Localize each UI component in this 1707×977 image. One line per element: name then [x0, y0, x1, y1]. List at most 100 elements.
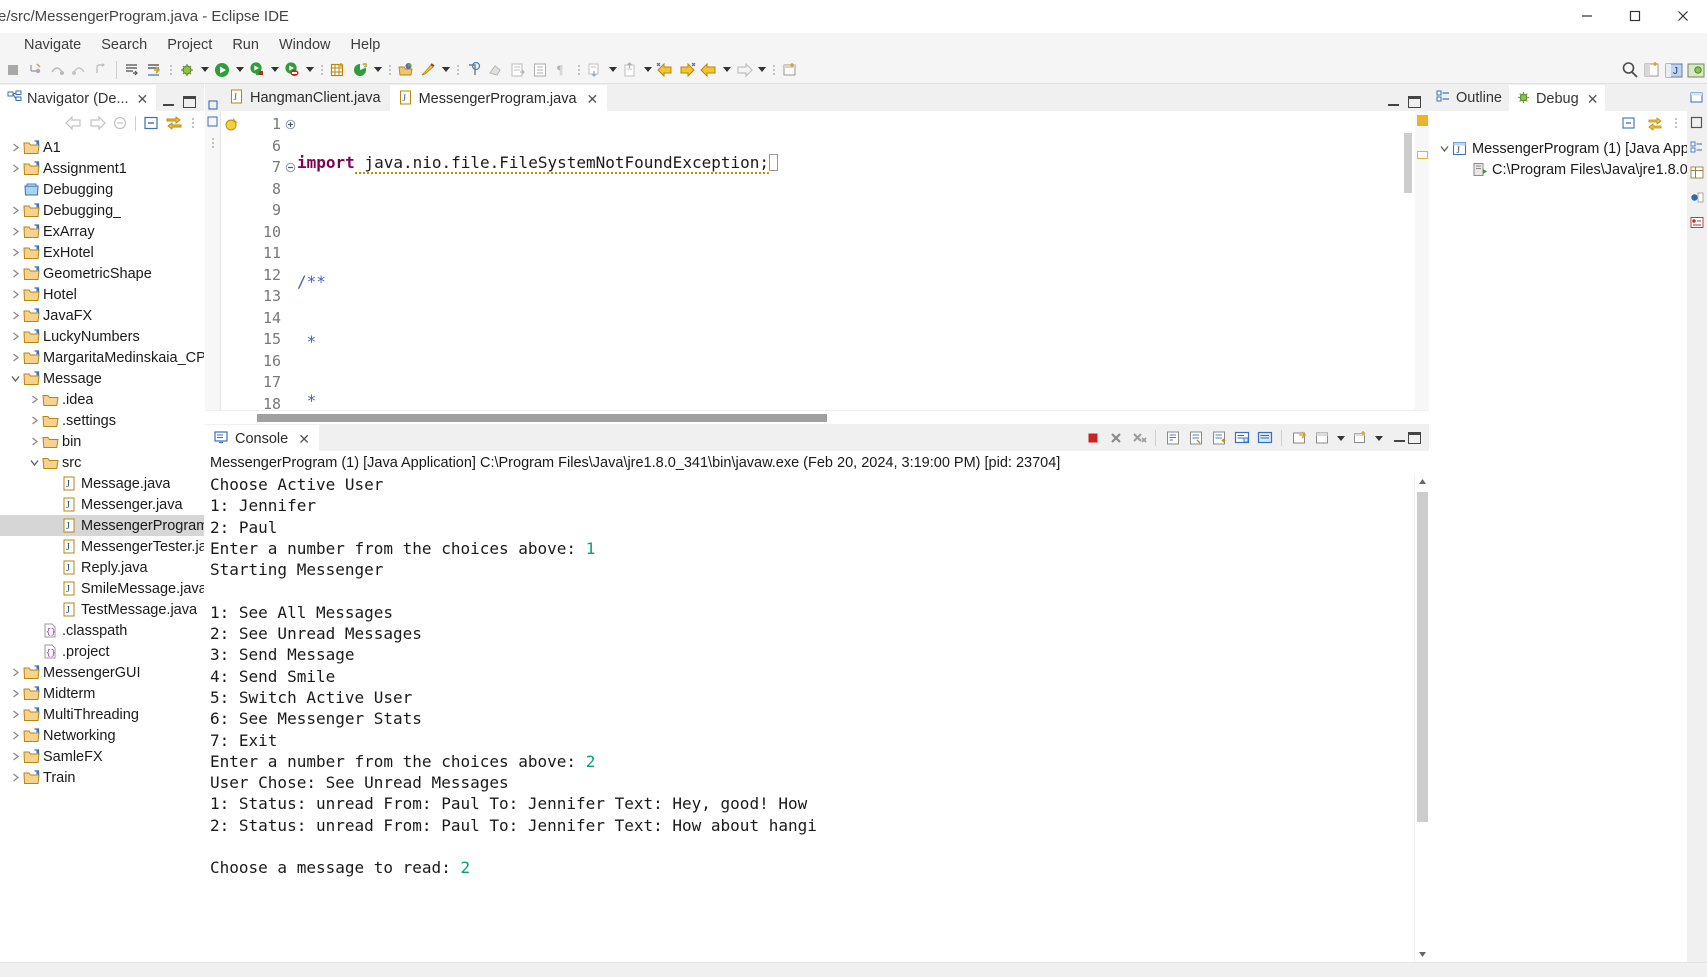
navigator-tree-item[interactable]: GeometricShape: [0, 263, 204, 284]
minimize-console-icon[interactable]: [1393, 432, 1406, 444]
menu-run[interactable]: Run: [222, 35, 269, 55]
block-selection-icon[interactable]: [529, 59, 551, 81]
close-button[interactable]: [1659, 0, 1707, 33]
toolbar-handle-5[interactable]: [576, 61, 581, 79]
navigator-tree-item[interactable]: J Reply.java: [0, 557, 204, 578]
forward-nav-icon[interactable]: [87, 113, 107, 133]
debug-tab-close-icon[interactable]: ✕: [1587, 91, 1599, 108]
minimize-view-icon[interactable]: [162, 96, 175, 108]
run-as-icon[interactable]: [246, 59, 268, 81]
editor-horizontal-scrollbar[interactable]: [205, 410, 1429, 424]
remove-launch-icon[interactable]: [1105, 428, 1126, 449]
chevron-down-icon[interactable]: [27, 457, 41, 468]
step-into-icon[interactable]: [24, 59, 46, 81]
run-history-icon[interactable]: [281, 59, 303, 81]
breakpoints-strip-icon[interactable]: [1688, 188, 1706, 206]
back-icon[interactable]: [698, 59, 720, 81]
next-annotation-icon[interactable]: [507, 59, 529, 81]
navigator-tree-item[interactable]: ExHotel: [0, 242, 204, 263]
terminate-icon[interactable]: [2, 59, 24, 81]
navigator-tree-item[interactable]: Debugging: [0, 179, 204, 200]
back-dropdown-icon[interactable]: [720, 59, 733, 81]
debug-perspective-icon[interactable]: [1685, 59, 1707, 81]
editor-code-area[interactable]: import java.nio.file.FileSystemNotFoundE…: [297, 111, 1401, 410]
chevron-right-icon[interactable]: [8, 772, 22, 783]
up-nav-icon[interactable]: [110, 113, 130, 133]
navigator-tree-item[interactable]: A1: [0, 137, 204, 158]
open-perspective-icon[interactable]: [1641, 59, 1663, 81]
maximize-view-icon[interactable]: [183, 96, 196, 108]
search-icon[interactable]: [1619, 59, 1641, 81]
remove-all-launches-icon[interactable]: [1128, 428, 1149, 449]
navigator-tree-item[interactable]: MultiThreading: [0, 704, 204, 725]
run-icon[interactable]: [211, 59, 233, 81]
chevron-down-icon[interactable]: [8, 373, 22, 384]
last-edit-location-icon[interactable]: [619, 59, 641, 81]
navigator-tree-item[interactable]: Networking: [0, 725, 204, 746]
navigator-tree-item[interactable]: Assignment1: [0, 158, 204, 179]
navigator-tree-item[interactable]: SamleFX: [0, 746, 204, 767]
overview-marker-info[interactable]: [1417, 151, 1428, 159]
minimize-button[interactable]: [1563, 0, 1611, 33]
editor-folding-ruler[interactable]: [283, 111, 297, 410]
navigator-tree-item[interactable]: {} .project: [0, 641, 204, 662]
outline-strip-icon[interactable]: [1688, 138, 1706, 156]
chevron-right-icon[interactable]: [8, 205, 22, 216]
chevron-right-icon[interactable]: [8, 163, 22, 174]
minimize-editor-icon[interactable]: [1387, 96, 1400, 108]
previous-edit-dropdown-icon[interactable]: [606, 59, 619, 81]
navigator-tree-item[interactable]: Hotel: [0, 284, 204, 305]
show-console-icon[interactable]: [1231, 428, 1252, 449]
new-class-icon[interactable]: [349, 59, 371, 81]
previous-edit-icon[interactable]: [584, 59, 606, 81]
maximize-strip-icon[interactable]: [1688, 113, 1706, 131]
editor-restore-icon[interactable]: [205, 99, 221, 111]
navigator-tree-item[interactable]: J Message.java: [0, 473, 204, 494]
variables-strip-icon[interactable]: [1688, 163, 1706, 181]
console-vertical-scrollbar[interactable]: [1414, 474, 1429, 962]
toolbar-handle[interactable]: [168, 61, 173, 79]
editor-tab-close-icon[interactable]: ✕: [587, 91, 599, 108]
tab-navigator[interactable]: Navigator (De... ✕: [0, 85, 157, 111]
editor-hscroll-thumb[interactable]: [257, 414, 827, 422]
debug-tree[interactable]: J MessengerProgram (1) [Java Appl C:\Progr…: [1429, 135, 1687, 962]
fold-collapse-icon[interactable]: [283, 157, 297, 179]
new-class-dropdown-icon[interactable]: [371, 59, 384, 81]
chevron-right-icon[interactable]: [8, 226, 22, 237]
navigator-tree-item[interactable]: JavaFX: [0, 305, 204, 326]
chevron-right-icon[interactable]: [27, 415, 41, 426]
maximize-button[interactable]: [1611, 0, 1659, 33]
tab-outline[interactable]: Outline: [1429, 85, 1509, 111]
menu-window[interactable]: Window: [269, 35, 341, 55]
java-perspective-icon[interactable]: J: [1663, 59, 1685, 81]
debug-tree-item[interactable]: C:\Program Files\Java\jre1.8.0_: [1429, 159, 1687, 180]
menu-navigate[interactable]: Navigate: [14, 35, 91, 55]
console-scroll-down-icon[interactable]: [1415, 947, 1430, 962]
collapse-all-icon[interactable]: [141, 113, 161, 133]
back-nav-icon[interactable]: [64, 113, 84, 133]
display-selected-console-icon[interactable]: [1254, 428, 1275, 449]
debug-dropdown-icon[interactable]: [198, 59, 211, 81]
step-over-icon[interactable]: [46, 59, 68, 81]
console-scroll-thumb[interactable]: [1417, 492, 1428, 822]
link-with-editor-icon[interactable]: [164, 113, 184, 133]
navigator-tree-item[interactable]: ExArray: [0, 221, 204, 242]
new-console-dropdown-icon[interactable]: [1372, 427, 1385, 449]
problems-strip-icon[interactable]: [1688, 213, 1706, 231]
chevron-right-icon[interactable]: [8, 310, 22, 321]
chevron-right-icon[interactable]: [8, 142, 22, 153]
chevron-right-icon[interactable]: [8, 688, 22, 699]
collapse-all-debug-icon[interactable]: [1618, 112, 1640, 134]
restore-strip-icon[interactable]: [1688, 88, 1706, 106]
toolbar-handle-4[interactable]: [455, 61, 460, 79]
editor-body[interactable]: 1 6 7 8 9 10 11 12 13 14 15 16 17 18 import java.nio.…: [205, 111, 1429, 410]
run-as-dropdown-icon[interactable]: [268, 59, 281, 81]
navigator-tree-item[interactable]: J MessengerProgram.: [0, 515, 204, 536]
save-icon[interactable]: [143, 59, 165, 81]
new-window-icon[interactable]: [779, 59, 801, 81]
step-return-icon[interactable]: [68, 59, 90, 81]
show-whitespace-icon[interactable]: ¶: [551, 59, 573, 81]
tab-messengerprogram[interactable]: J MessengerProgram.java ✕: [389, 85, 608, 111]
run-dropdown-icon[interactable]: [233, 59, 246, 81]
menu-search[interactable]: Search: [91, 35, 157, 55]
